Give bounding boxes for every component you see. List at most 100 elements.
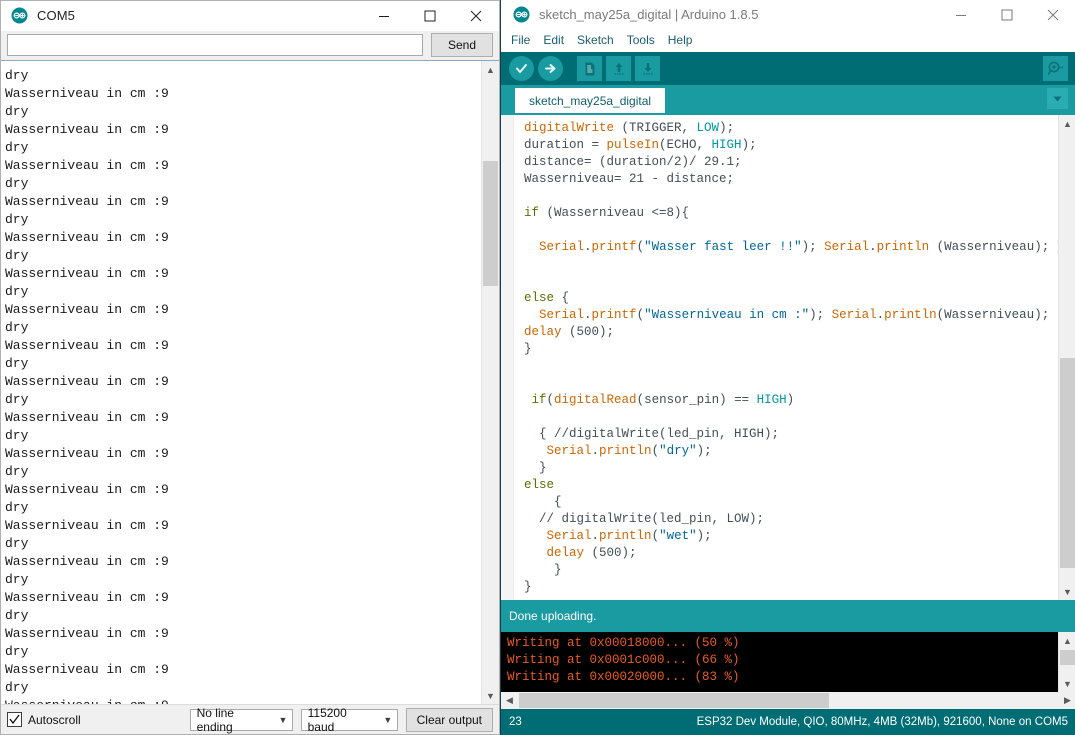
code-line: else [524, 477, 1058, 494]
serial-send-input[interactable] [7, 33, 423, 56]
code-token: (500); [584, 546, 637, 560]
close-icon[interactable] [453, 1, 499, 30]
code-token: pulseIn [606, 138, 660, 152]
verify-button[interactable] [509, 56, 534, 81]
code-token: if [531, 393, 547, 407]
code-line: Serial.printf("Wasserniveau in cm :"); S… [524, 307, 1058, 324]
serial-monitor-window: COM5 Send Wasserniveau in cm :9dryWasser… [0, 0, 500, 735]
upload-button[interactable] [538, 56, 563, 81]
serial-output-text[interactable]: Wasserniveau in cm :9 dry Wasserniveau in … [1, 61, 481, 704]
serial-output-line: dry [5, 644, 29, 659]
scroll-left-icon[interactable]: ◀ [501, 692, 518, 709]
maximize-icon[interactable] [407, 1, 453, 30]
code-token: (Wasserniveau <=8){ [539, 206, 690, 220]
code-token: Serial [539, 308, 585, 322]
menu-edit[interactable]: Edit [543, 33, 572, 47]
serial-monitor-button[interactable] [1043, 56, 1068, 81]
maximize-icon[interactable] [984, 0, 1030, 29]
code-token: (Wasserniveau); } [929, 240, 1058, 254]
editor-scrollbar[interactable]: ▲ ▼ [1058, 115, 1075, 600]
code-token: . [591, 529, 600, 543]
code-token: Serial [824, 240, 870, 254]
clear-output-button[interactable]: Clear output [405, 707, 493, 732]
code-token: println [884, 308, 937, 322]
serial-monitor-output-area: Wasserniveau in cm :9 dry Wasserniveau in … [1, 60, 499, 704]
serial-output-line: dry [5, 320, 29, 335]
code-editor[interactable]: digitalWrite (TRIGGER, LOW); duration = p… [501, 113, 1075, 600]
scrollbar-thumb[interactable] [1060, 650, 1075, 665]
code-line: } [524, 460, 1058, 477]
menu-sketch[interactable]: Sketch [577, 33, 622, 47]
code-token: Wasserniveau= 21 - distance; [524, 172, 735, 186]
menu-tools[interactable]: Tools [627, 33, 663, 47]
serial-output-line: dry [5, 536, 29, 551]
scroll-down-icon[interactable]: ▼ [1059, 675, 1075, 692]
code-line: delay (500); [524, 545, 1058, 562]
serial-output-line: Wasserniveau in cm :9 [5, 697, 481, 704]
serial-output-scrollbar[interactable]: ▲ ▼ [481, 61, 499, 704]
scroll-up-icon[interactable]: ▲ [1059, 632, 1075, 649]
scroll-up-icon[interactable]: ▲ [1059, 115, 1075, 132]
code-token: LOW [696, 121, 720, 135]
code-token: . [591, 444, 600, 458]
console-horizontal-scrollbar[interactable]: ◀ ▶ [501, 692, 1075, 709]
scrollbar-thumb[interactable] [483, 161, 498, 286]
code-token: "Wasser fast leer !!" [644, 240, 802, 254]
scroll-right-icon[interactable]: ▶ [1059, 692, 1075, 709]
close-icon[interactable] [1030, 0, 1075, 29]
serial-output-line: dry [5, 248, 29, 263]
editor-text-area[interactable]: digitalWrite (TRIGGER, LOW); duration = p… [514, 115, 1058, 600]
ide-toolbar [501, 52, 1075, 85]
code-token: (TRIGGER, [621, 121, 697, 135]
scroll-down-icon[interactable]: ▼ [482, 687, 499, 704]
autoscroll-label: Autoscroll [28, 712, 81, 727]
code-line: } [524, 562, 1058, 579]
code-line: else { [524, 290, 1058, 307]
console-output-lines[interactable]: Writing at 0x00018000... (50 %) Writing a… [501, 632, 1058, 692]
code-token: (ECHO, [659, 138, 712, 152]
send-button[interactable]: Send [431, 32, 493, 57]
code-token: delay [524, 325, 562, 339]
scrollbar-thumb[interactable] [1060, 358, 1075, 568]
code-token: Serial [546, 529, 592, 543]
baud-rate-value: 115200 baud [307, 705, 347, 734]
menu-help[interactable]: Help [668, 33, 701, 47]
console-scrollbar[interactable]: ▲ ▼ [1058, 632, 1075, 692]
minimize-icon[interactable] [361, 1, 407, 30]
sketch-tab[interactable]: sketch_may25a_digital [515, 88, 666, 113]
ide-tabbar: sketch_may25a_digital [501, 85, 1075, 113]
minimize-icon[interactable] [938, 0, 984, 29]
code-token: ( [651, 529, 660, 543]
code-token: ( [546, 393, 555, 407]
code-token: (500); [561, 325, 615, 339]
serial-output-line: dry [5, 428, 29, 443]
scroll-down-icon[interactable]: ▼ [1059, 583, 1075, 600]
tab-dropdown-button[interactable] [1047, 88, 1068, 109]
console-status-message: Done uploading. [501, 600, 1075, 632]
scrollbar-thumb[interactable] [519, 693, 829, 708]
chevron-down-icon[interactable]: ▼ [274, 710, 291, 730]
menu-file[interactable]: File [511, 33, 538, 47]
autoscroll-checkbox[interactable]: Autoscroll [7, 712, 81, 727]
chevron-down-icon[interactable]: ▼ [379, 710, 397, 730]
code-token: Serial [546, 444, 592, 458]
code-line: digitalWrite (TRIGGER, LOW); [524, 120, 1058, 137]
serial-output-line: Wasserniveau in cm :9 [5, 626, 169, 641]
code-token: // digitalWrite(led_pin, LOW); [524, 512, 765, 526]
line-ending-select[interactable]: No line ending ▼ [189, 706, 293, 734]
new-file-button[interactable] [577, 56, 602, 81]
save-button[interactable] [635, 56, 660, 81]
baud-rate-select[interactable]: 115200 baud ▼ [300, 705, 398, 734]
code-line: Serial.println("wet"); [524, 528, 1058, 545]
code-token: "wet" [659, 529, 697, 543]
arduino-ide-window: sketch_may25a_digital | Arduino 1.8.5 Fi… [500, 0, 1075, 735]
checkbox-box[interactable] [7, 712, 22, 727]
arduino-logo-icon [513, 6, 530, 23]
open-button[interactable] [606, 56, 631, 81]
scroll-up-icon[interactable]: ▲ [482, 61, 499, 78]
code-line: Wasserniveau= 21 - distance; [524, 171, 1058, 188]
code-line: // digitalWrite(led_pin, LOW); [524, 511, 1058, 528]
